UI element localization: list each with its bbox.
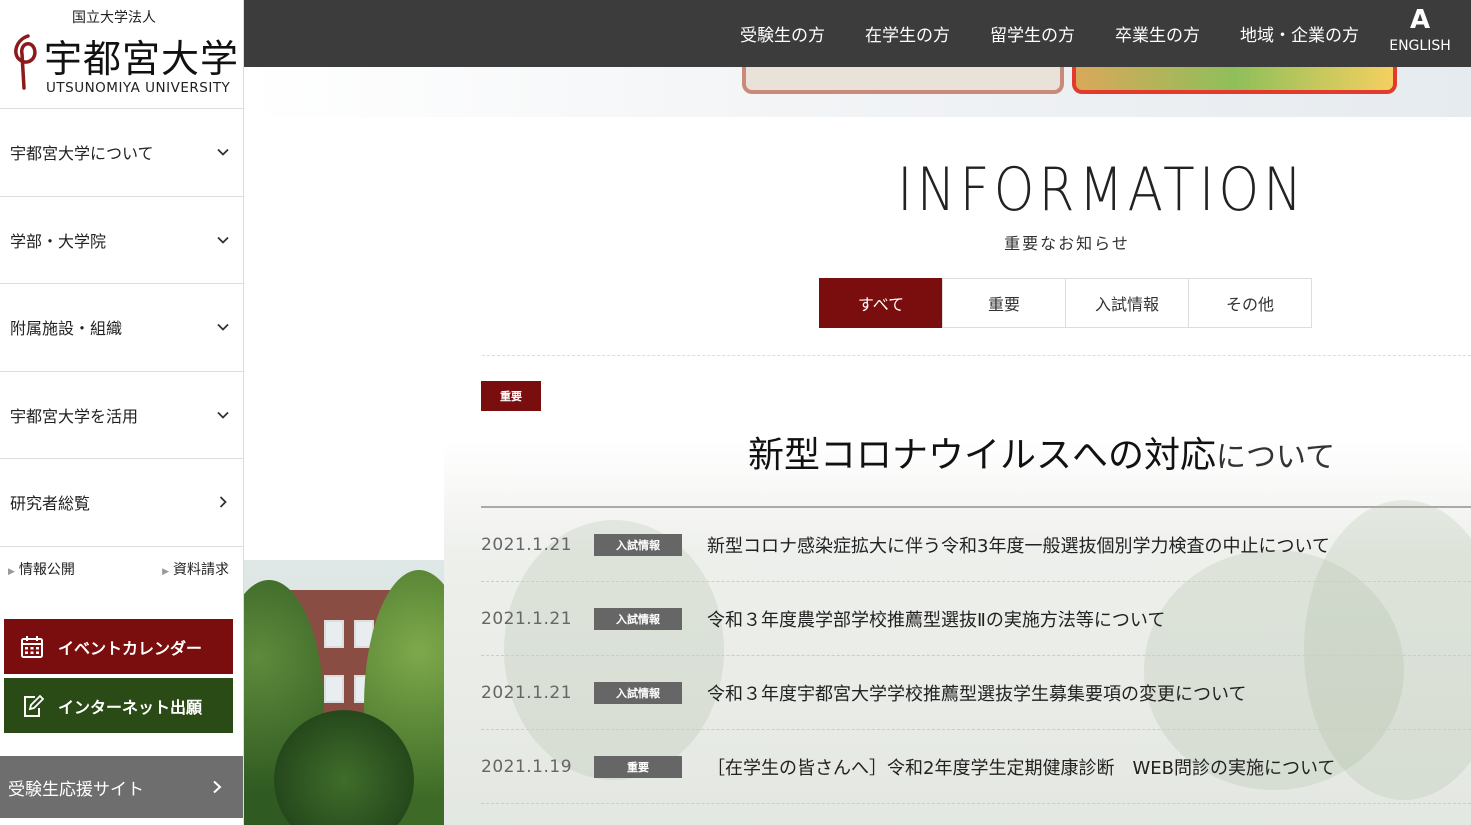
triangle-right-icon: ▶: [8, 566, 15, 577]
sidebar-item-label: 学部・大学院: [10, 231, 107, 251]
calendar-icon: [21, 635, 43, 658]
featured-category-badge: 重要: [481, 381, 541, 411]
request-materials-label: 資料請求: [173, 561, 229, 578]
featured-title-suffix: について: [1216, 440, 1336, 475]
english-label: ENGLISH: [1389, 38, 1451, 54]
sidebar-item-facilities[interactable]: 附属施設・組織: [0, 284, 243, 372]
chevron-right-icon: [213, 780, 222, 794]
logo-text: 宇都宮大学: [44, 37, 240, 81]
news-row[interactable]: 2021.1.21 入試情報 新型コロナ感染症拡大に伴う令和3年度一般選抜個別学…: [481, 508, 1471, 582]
tab-all[interactable]: すべて: [819, 278, 943, 328]
info-disclosure-label: 情報公開: [18, 561, 75, 578]
campus-photo: [244, 560, 444, 825]
sidebar-item-researchers[interactable]: 研究者総覧: [0, 459, 243, 547]
news-row[interactable]: 2021.1.21 入試情報 令和３年度農学部学校推薦型選抜Ⅱの実施方法等につい…: [481, 582, 1471, 656]
news-title: ［在学生の皆さんへ］令和2年度学生定期健康診断 WEB問診の実施について: [707, 757, 1336, 779]
english-button[interactable]: A ENGLISH: [1389, 4, 1451, 56]
university-logo[interactable]: 国立大学法人 宇都宮大学 UTSUNOMIYA UNIVERSITY: [0, 0, 243, 109]
nav-prospective-students[interactable]: 受験生の方: [720, 21, 845, 46]
logo-subtitle: 国立大学法人: [72, 10, 156, 26]
logo-mark-icon: [14, 34, 37, 90]
internet-application-button[interactable]: インターネット出願: [4, 678, 233, 733]
internet-application-label: インターネット出願: [58, 697, 203, 717]
chevron-down-icon: [217, 236, 229, 244]
sidebar-item-about[interactable]: 宇都宮大学について: [0, 109, 243, 197]
news-filter-tabs: すべて 重要 入試情報 その他: [819, 278, 1312, 328]
news-date: 2021.1.21: [481, 682, 573, 703]
nav-international-students[interactable]: 留学生の方: [970, 21, 1095, 46]
featured-news-link[interactable]: 新型コロナウイルスへの対応について: [748, 426, 1335, 478]
logo-english-text: UTSUNOMIYA UNIVERSITY: [46, 80, 231, 96]
tab-admissions[interactable]: 入試情報: [1065, 278, 1189, 328]
event-calendar-label: イベントカレンダー: [58, 638, 203, 658]
tab-important[interactable]: 重要: [942, 278, 1066, 328]
sidebar-item-faculties[interactable]: 学部・大学院: [0, 197, 243, 284]
examinee-support-site-link[interactable]: 受験生応援サイト: [0, 756, 243, 818]
sidebar-links: ▶ 情報公開 ▶ 資料請求: [0, 547, 243, 619]
chevron-right-icon: [219, 496, 227, 508]
support-site-label: 受験生応援サイト: [8, 779, 144, 800]
news-category-badge: 入試情報: [594, 533, 682, 556]
tab-other[interactable]: その他: [1188, 278, 1312, 328]
divider: [482, 355, 1471, 356]
news-category-badge: 入試情報: [594, 681, 682, 704]
sidebar-item-label: 宇都宮大学を活用: [10, 406, 139, 426]
news-date: 2021.1.21: [481, 534, 573, 555]
info-disclosure-link[interactable]: ▶ 情報公開: [8, 559, 75, 619]
nav-alumni[interactable]: 卒業生の方: [1095, 21, 1220, 46]
language-icon: A: [1409, 5, 1431, 35]
news-title: 新型コロナ感染症拡大に伴う令和3年度一般選抜個別学力検査の中止について: [707, 535, 1330, 557]
triangle-right-icon: ▶: [162, 566, 169, 577]
event-calendar-button[interactable]: イベントカレンダー: [4, 619, 233, 674]
chevron-down-icon: [217, 149, 229, 157]
sidebar-item-label: 研究者総覧: [10, 494, 91, 514]
information-subheading: 重要なお知らせ: [1004, 234, 1130, 253]
chevron-down-icon: [217, 411, 229, 419]
audience-nav: 受験生の方 在学生の方 留学生の方 卒業生の方 地域・企業の方: [720, 0, 1379, 67]
sidebar-item-label: 宇都宮大学について: [10, 144, 154, 164]
nav-current-students[interactable]: 在学生の方: [845, 21, 970, 46]
edit-document-icon: [24, 694, 44, 717]
news-row[interactable]: 2021.1.21 入試情報 令和３年度宇都宮大学学校推薦型選抜学生募集要項の変…: [481, 656, 1471, 730]
sidebar-item-utilize[interactable]: 宇都宮大学を活用: [0, 372, 243, 459]
sidebar-item-label: 附属施設・組織: [10, 319, 123, 339]
request-materials-link[interactable]: ▶ 資料請求: [162, 559, 229, 619]
featured-title: 新型コロナウイルスへの対応: [748, 435, 1217, 476]
news-row[interactable]: 2021.1.19 重要 ［在学生の皆さんへ］令和2年度学生定期健康診断 WEB…: [481, 730, 1471, 804]
information-heading: INFORMATION: [897, 155, 1307, 225]
chevron-down-icon: [217, 324, 229, 332]
news-date: 2021.1.19: [481, 756, 573, 777]
news-category-badge: 入試情報: [594, 607, 682, 630]
news-title: 令和３年度農学部学校推薦型選抜Ⅱの実施方法等について: [707, 609, 1166, 631]
nav-community-business[interactable]: 地域・企業の方: [1220, 21, 1379, 46]
news-title: 令和３年度宇都宮大学学校推薦型選抜学生募集要項の変更について: [707, 683, 1247, 705]
news-date: 2021.1.21: [481, 608, 573, 629]
news-category-badge: 重要: [594, 755, 682, 778]
